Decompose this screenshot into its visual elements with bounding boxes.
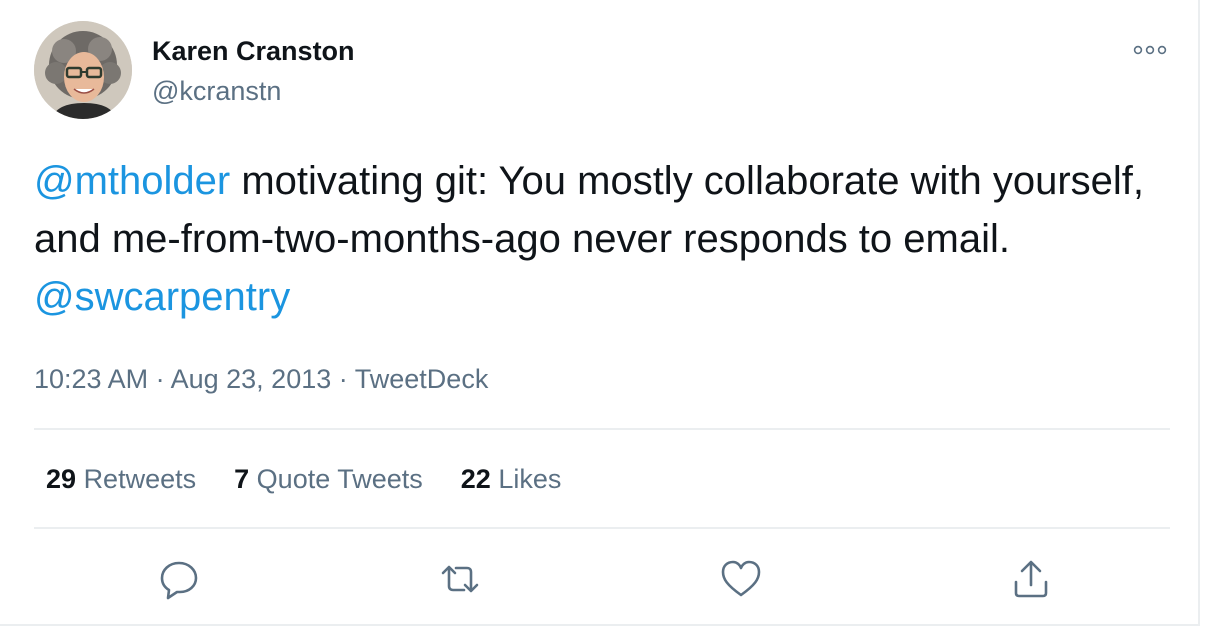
retweet-icon [436, 557, 484, 601]
likes-count: 22 [460, 464, 491, 494]
meta-separator: · [148, 364, 171, 394]
tweet-time[interactable]: 10:23 AM [34, 364, 148, 394]
more-options-button[interactable] [1128, 36, 1172, 64]
more-icon [1128, 45, 1172, 68]
reply-icon [155, 557, 203, 601]
avatar[interactable] [34, 21, 132, 119]
like-button[interactable] [717, 557, 765, 601]
meta-separator: · [331, 364, 355, 394]
mention-link[interactable]: @swcarpentry [34, 275, 290, 319]
quote-tweets-count: 7 [234, 464, 250, 494]
likes-label: Likes [498, 464, 562, 494]
reply-button[interactable] [155, 557, 203, 601]
heart-icon [717, 557, 765, 601]
tweet-text: @mtholder motivating git: You mostly col… [34, 152, 1174, 326]
tweet-date[interactable]: Aug 23, 2013 [171, 364, 332, 394]
divider [34, 527, 1170, 529]
retweets-stat[interactable]: 29 Retweets [46, 462, 196, 496]
author-handle[interactable]: @kcranstn [152, 74, 281, 108]
engagement-stats: 29 Retweets 7 Quote Tweets 22 Likes [46, 462, 599, 496]
tweet-source[interactable]: TweetDeck [355, 364, 489, 394]
divider [34, 428, 1170, 430]
likes-stat[interactable]: 22 Likes [461, 462, 562, 496]
mention-link[interactable]: @mtholder [34, 159, 230, 203]
retweet-button[interactable] [436, 557, 484, 601]
author-display-name[interactable]: Karen Cranston [152, 34, 355, 68]
share-icon [1007, 557, 1055, 601]
share-button[interactable] [1007, 557, 1055, 601]
quote-tweets-stat[interactable]: 7 Quote Tweets [234, 462, 423, 496]
tweet-metadata: 10:23 AM · Aug 23, 2013 · TweetDeck [34, 362, 488, 396]
retweets-label: Retweets [83, 464, 197, 494]
quote-tweets-label: Quote Tweets [256, 464, 423, 494]
tweet-card: Karen Cranston @kcranstn @mtholder motiv… [0, 0, 1200, 626]
retweets-count: 29 [46, 464, 77, 494]
